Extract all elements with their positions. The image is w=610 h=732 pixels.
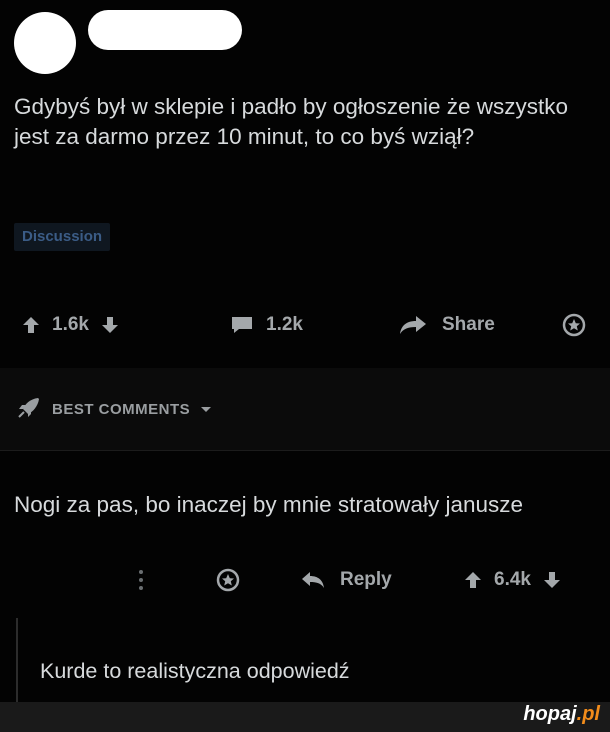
rocket-icon [16,396,42,422]
downvote-icon[interactable] [99,314,121,336]
comment-vote-count: 6.4k [494,569,531,590]
award-button[interactable] [562,305,586,345]
watermark-logo: hopaj.pl [523,703,600,726]
upvote-icon[interactable] [462,569,484,591]
share-button[interactable]: Share [398,305,495,345]
avatar[interactable] [14,12,76,74]
share-icon [398,314,428,336]
kebab-menu-icon [138,568,144,592]
post-header [0,0,610,80]
footer-bar [0,702,610,732]
more-options-button[interactable] [138,560,144,600]
chevron-down-icon [200,401,212,418]
upvote-icon[interactable] [20,314,42,336]
reply-button[interactable]: Reply [300,560,392,600]
watermark-name: hopaj [523,703,577,725]
redacted-username[interactable] [88,10,242,50]
post-title[interactable]: Gdybyś był w sklepie i padło by ogłoszen… [14,92,574,152]
comment-body: Nogi za pas, bo inaczej by mnie stratowa… [14,492,524,517]
reply-arrow-icon [300,570,326,590]
thread-line[interactable] [16,618,18,704]
comment-icon [230,314,254,336]
post-vote-count: 1.6k [52,314,89,335]
post-flair[interactable]: Discussion [14,223,111,251]
sort-dropdown[interactable]: BEST COMMENTS [16,396,212,422]
post-comment-count: 1.2k [266,314,303,335]
reply-body: Kurde to realistyczna odpowiedź [40,659,350,683]
comment-sort-bar: BEST COMMENTS [0,368,610,451]
post-action-bar: 1.6k 1.2k Share [0,305,610,345]
share-label: Share [442,314,495,335]
watermark-tld: .pl [576,703,600,725]
post-comments-button[interactable]: 1.2k [230,305,303,345]
comment-vote-group: 6.4k [462,560,563,600]
reply-label: Reply [340,569,392,590]
comment-action-bar: Reply 6.4k [0,560,610,600]
award-icon [562,313,586,337]
award-icon [216,568,240,592]
comment-award-button[interactable] [216,560,240,600]
sort-label: BEST COMMENTS [52,400,191,418]
downvote-icon[interactable] [541,569,563,591]
post-vote-group: 1.6k [20,305,121,345]
